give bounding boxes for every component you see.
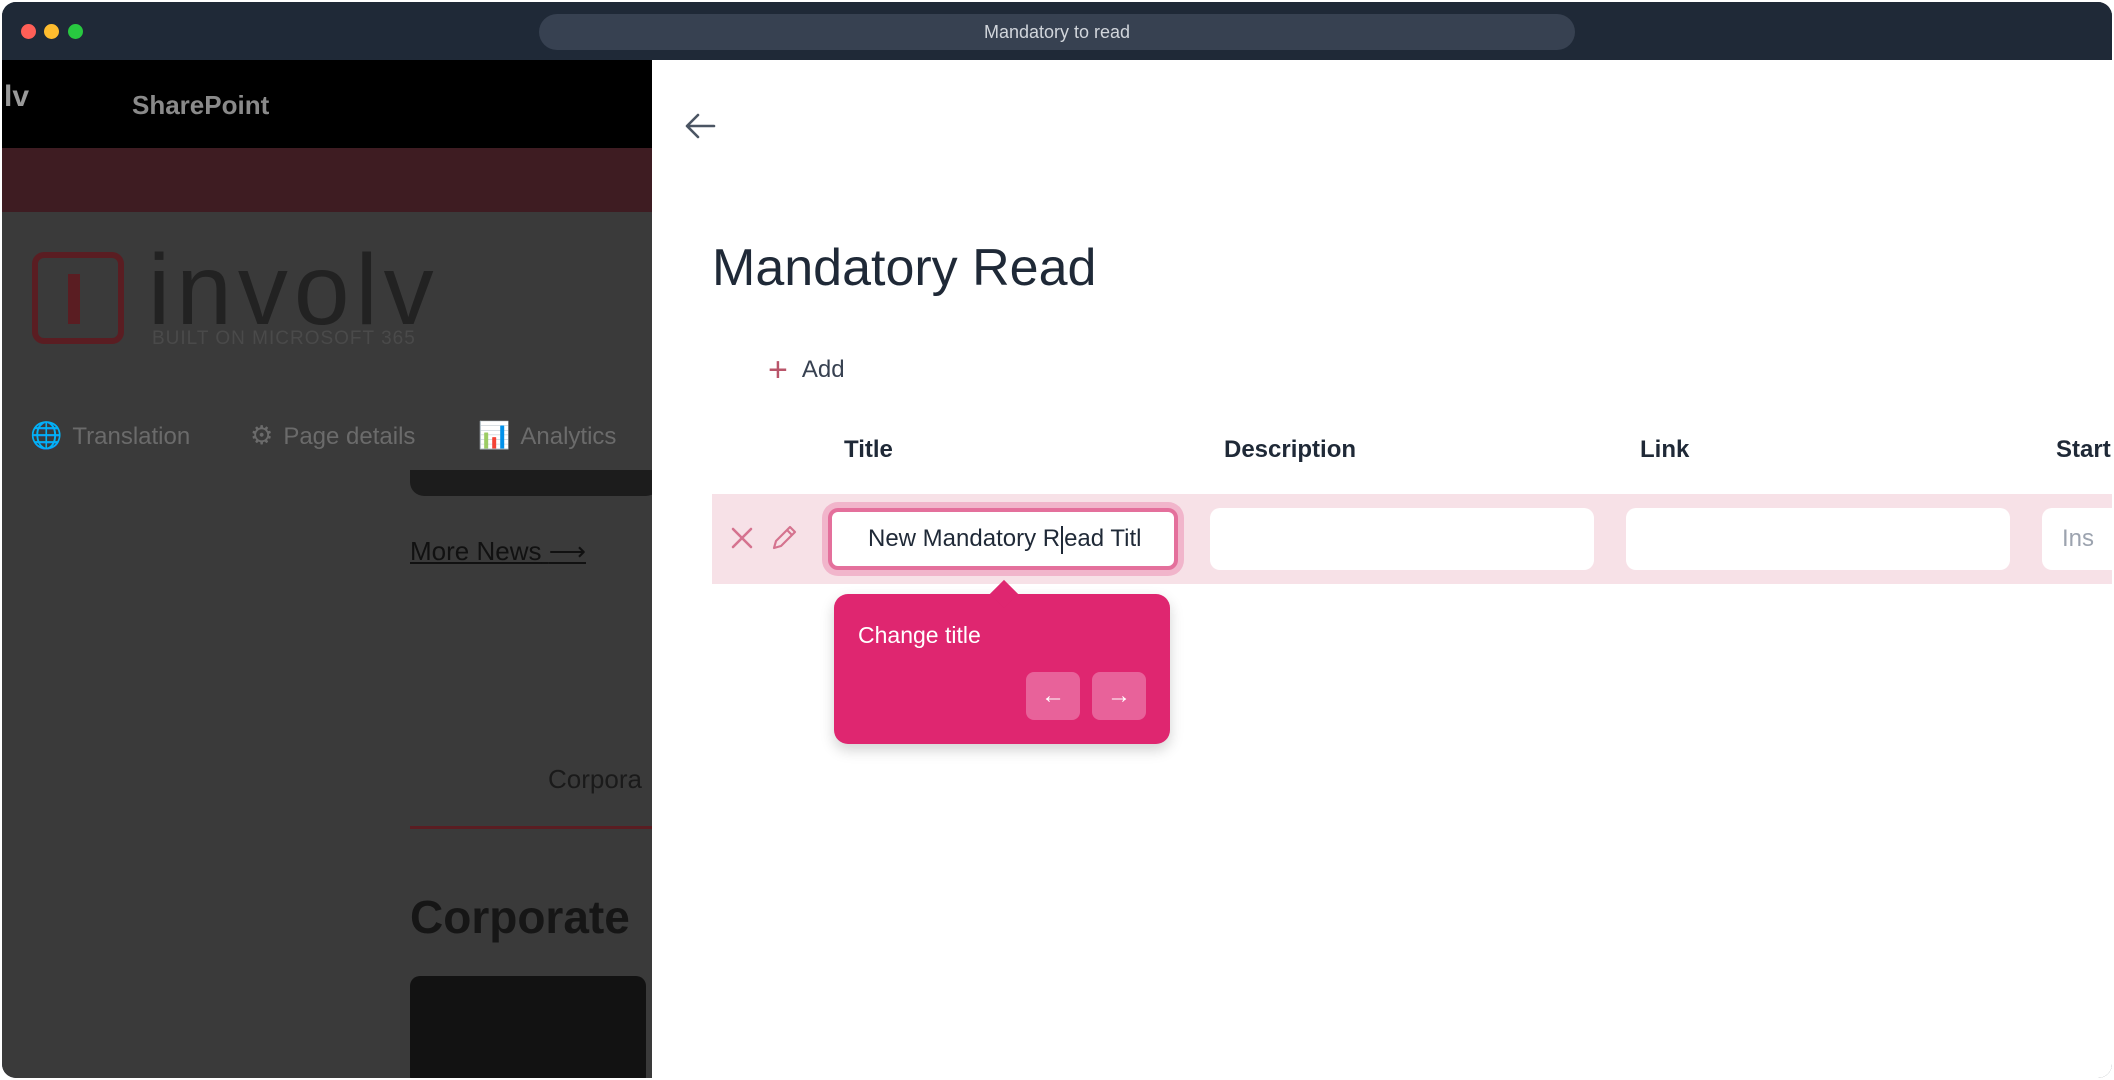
- description-input[interactable]: [1210, 508, 1594, 570]
- column-header-link: Link: [1640, 436, 1690, 463]
- logo-word: involv: [148, 234, 440, 346]
- page-title: Mandatory Read: [712, 239, 1097, 297]
- maximize-window-button[interactable]: [68, 24, 83, 39]
- gear-icon: ⚙: [250, 420, 274, 450]
- minimize-window-button[interactable]: [44, 24, 59, 39]
- background-sharepoint-page: lv SharePoint involv BUILT ON MICROSOFT …: [2, 60, 652, 1078]
- arrow-right-icon: →: [1107, 682, 1131, 709]
- tooltip-previous-button[interactable]: ←: [1026, 672, 1080, 720]
- add-button[interactable]: + Add: [768, 350, 845, 390]
- close-icon[interactable]: [726, 522, 758, 554]
- more-news-link: More News ⟶: [410, 536, 586, 566]
- logo-subtitle: BUILT ON MICROSOFT 365: [152, 328, 416, 349]
- tooltip-next-button[interactable]: →: [1092, 672, 1146, 720]
- url-bar[interactable]: Mandatory to read: [539, 14, 1575, 50]
- mandatory-read-panel: Mandatory Read + Add Title Description L…: [652, 60, 2112, 1078]
- column-header-description: Description: [1224, 436, 1357, 463]
- start-date-input[interactable]: Ins: [2042, 508, 2112, 570]
- column-header-title: Title: [844, 436, 893, 463]
- back-arrow-icon[interactable]: [680, 106, 720, 146]
- text-caret: [1061, 525, 1064, 554]
- sharepoint-label: SharePoint: [132, 90, 270, 120]
- command-translation: 🌐 Translation: [30, 420, 191, 450]
- news-card-edge: [410, 470, 652, 496]
- app-window: Mandatory to read lv SharePoint involv B…: [2, 2, 2112, 1078]
- guide-tooltip: Change title ← →: [834, 594, 1170, 744]
- window-titlebar: Mandatory to read: [2, 2, 2112, 60]
- command-analytics: 📊 Analytics: [478, 420, 617, 450]
- corporate-heading: Corporate: [410, 891, 630, 943]
- table-row: New Mandatory Read Titl Ins: [712, 494, 2112, 584]
- pencil-icon[interactable]: [768, 522, 800, 554]
- tooltip-text: Change title: [858, 622, 981, 648]
- command-page-details: ⚙ Page details: [250, 420, 416, 450]
- title-input[interactable]: New Mandatory Read Titl: [828, 508, 1178, 570]
- plus-icon: +: [768, 351, 788, 389]
- corporate-tab: Corpora: [548, 764, 642, 794]
- add-label: Add: [801, 356, 845, 383]
- news-thumbnail: [410, 976, 646, 1078]
- analytics-icon: 📊: [478, 420, 511, 450]
- tab-underline: [410, 826, 652, 829]
- column-header-start: Start: [2056, 436, 2111, 463]
- close-window-button[interactable]: [21, 24, 36, 39]
- site-banner: [2, 148, 652, 212]
- arrow-left-icon: ←: [1041, 682, 1065, 709]
- link-input[interactable]: [1626, 508, 2010, 570]
- sharepoint-suite-bar: lv SharePoint: [2, 60, 652, 148]
- brand-fragment: lv: [4, 80, 30, 113]
- involv-logo-icon: [32, 252, 124, 344]
- translate-icon: 🌐: [30, 420, 63, 450]
- arrow-right-icon: ⟶: [548, 536, 586, 566]
